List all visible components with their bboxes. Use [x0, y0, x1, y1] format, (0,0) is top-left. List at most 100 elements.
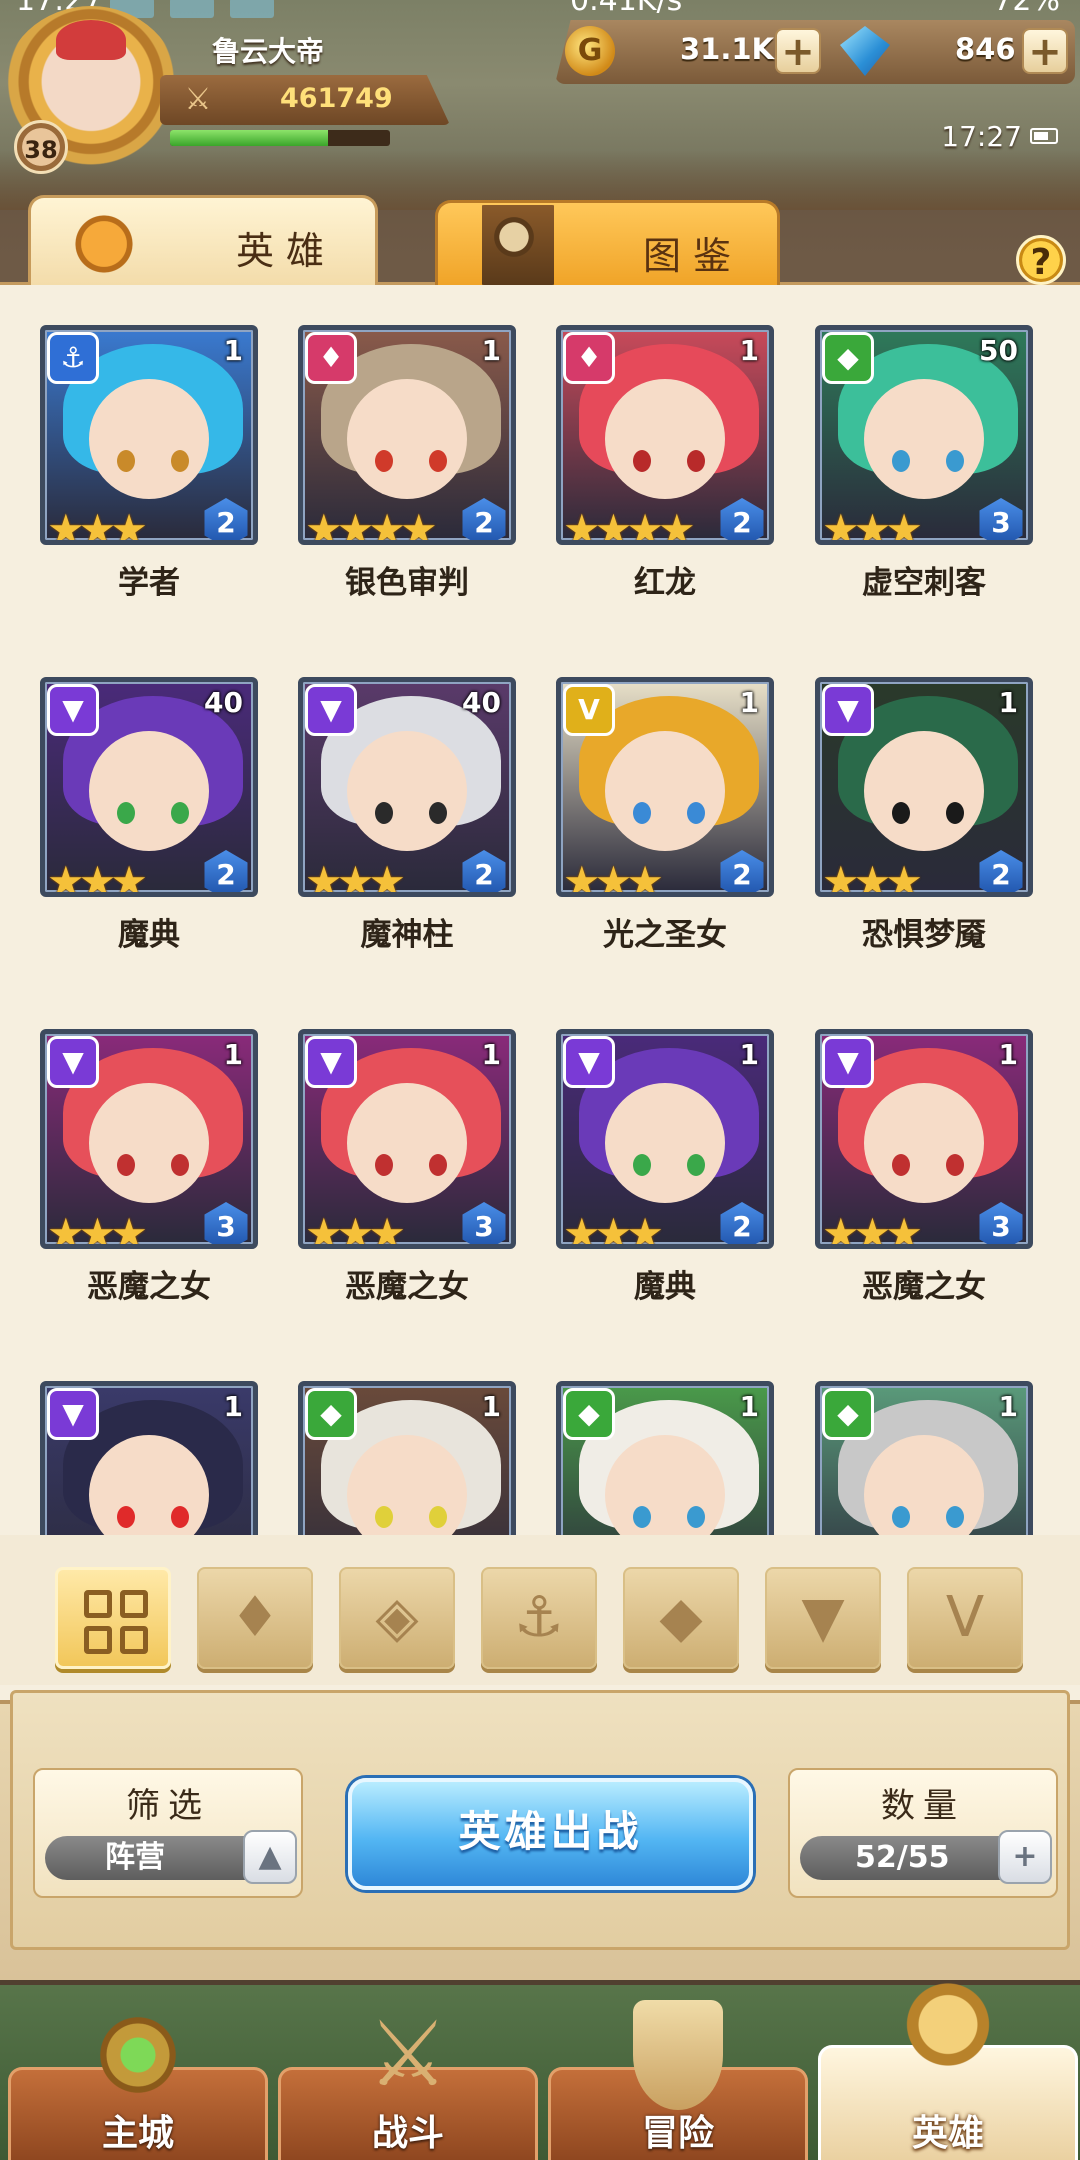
hero-stars: ★★★: [47, 505, 148, 545]
hero-name: 光之圣女: [603, 917, 727, 953]
hero-name: 魔神柱: [360, 917, 454, 953]
filter-flame-button[interactable]: ♦: [197, 1567, 313, 1669]
hero-grade-badge: 2: [462, 498, 506, 540]
helmet-icon: [56, 20, 126, 60]
demon-faction-icon: ▼: [801, 1585, 845, 1650]
hero-card[interactable]: ◆ 1: [815, 1381, 1033, 1535]
hero-name: 魔典: [118, 917, 180, 953]
filter-value: 阵营: [105, 1840, 165, 1875]
hero-eye: [171, 450, 189, 472]
hero-eye: [946, 802, 964, 824]
hero-name: 魔典: [634, 1269, 696, 1305]
hero-eye: [892, 450, 910, 472]
hero-portrait: ▼ 1 ★★★ 2: [556, 1029, 774, 1249]
nav-label: 英雄: [911, 2113, 984, 2154]
hero-portrait: ▼ 1 ★★★ 3: [815, 1029, 1033, 1249]
notification-icons: [110, 0, 274, 18]
demon-faction-icon: ▼: [822, 684, 874, 736]
hero-card[interactable]: ▼ 1: [40, 1381, 258, 1535]
tab-codex-label: 图鉴: [643, 234, 744, 278]
hero-card[interactable]: ⚓ 1 ★★★ 2 学者: [40, 325, 258, 625]
nav-hero[interactable]: 英雄: [818, 1953, 1078, 2160]
hero-card[interactable]: ▼ 1 ★★★ 2 恐惧梦魇: [815, 677, 1033, 977]
hero-level: 1: [739, 1038, 759, 1071]
combat-power-panel: ⚔ 461749: [160, 75, 450, 125]
hero-face: [89, 731, 209, 852]
hero-portrait: ⚓ 1 ★★★ 2: [40, 325, 258, 545]
nav-battle[interactable]: ⚔ 战斗: [278, 2002, 538, 2160]
hero-grade-badge: 3: [462, 1202, 506, 1244]
hero-card[interactable]: ▼ 40 ★★★ 2 魔神柱: [298, 677, 516, 977]
hero-card[interactable]: ▼ 1 ★★★ 3 恶魔之女: [298, 1029, 516, 1329]
hero-card[interactable]: ◆ 1: [298, 1381, 516, 1535]
hero-face: [89, 1083, 209, 1204]
hero-card[interactable]: ◆ 1: [556, 1381, 774, 1535]
hero-eye: [117, 1154, 135, 1176]
hero-card[interactable]: ▼ 1 ★★★ 3 恶魔之女: [40, 1029, 258, 1329]
flame-faction-icon: ♦: [229, 1585, 281, 1650]
hero-eye: [892, 802, 910, 824]
add-gold-button[interactable]: +: [775, 28, 821, 74]
hero-eye: [687, 802, 705, 824]
hero-eye: [375, 1154, 393, 1176]
add-gem-button[interactable]: +: [1022, 28, 1068, 74]
hero-grade-badge: 2: [720, 850, 764, 892]
hero-portrait: ◆ 1: [298, 1381, 516, 1535]
hero-eye: [117, 802, 135, 824]
filter-anchor-button[interactable]: ⚓: [481, 1567, 597, 1669]
hero-grade-badge: 3: [204, 1202, 248, 1244]
filter-toggle-button[interactable]: ▲: [243, 1830, 297, 1884]
anchor-faction-icon: ⚓: [513, 1585, 565, 1650]
hero-eye: [946, 1506, 964, 1528]
flame-faction-icon: ♦: [563, 332, 615, 384]
hero-card[interactable]: ♦ 1 ★★★★ 2 银色审判: [298, 325, 516, 625]
hero-grade-badge: 2: [204, 498, 248, 540]
expand-slots-button[interactable]: +: [998, 1830, 1052, 1884]
hero-eye: [687, 450, 705, 472]
scan-icon: [170, 0, 214, 18]
hero-eye: [375, 1506, 393, 1528]
hero-card[interactable]: ▼ 40 ★★★ 2 魔典: [40, 677, 258, 977]
hero-card[interactable]: ♦ 1 ★★★★ 2 红龙: [556, 325, 774, 625]
hero-eye: [429, 802, 447, 824]
city-icon: [83, 2000, 193, 2110]
beast-faction-icon: ◆: [659, 1585, 703, 1650]
player-level-badge: 38: [14, 120, 68, 174]
hero-level: 40: [204, 686, 243, 719]
hero-portrait: V 1 ★★★ 2: [556, 677, 774, 897]
hero-name: 恶魔之女: [87, 1269, 211, 1305]
tab-heroes[interactable]: 英雄: [28, 195, 378, 285]
nav-label: 战斗: [371, 2113, 444, 2154]
filter-all-button[interactable]: [55, 1567, 171, 1669]
hero-eye: [892, 1154, 910, 1176]
hero-level: 1: [223, 1390, 243, 1423]
tab-codex[interactable]: 图鉴: [435, 200, 780, 285]
magnifier-book-icon: [482, 205, 554, 285]
filter-selector[interactable]: 阵营 ▲: [45, 1830, 297, 1884]
help-button[interactable]: ?: [1016, 235, 1066, 285]
hero-portrait: ▼ 40 ★★★ 2: [298, 677, 516, 897]
hero-name: 恶魔之女: [862, 1269, 986, 1305]
nav-adventure[interactable]: 冒险: [548, 2000, 808, 2160]
filter-demon-button[interactable]: ▼: [765, 1567, 881, 1669]
gem-amount: 846: [955, 32, 1016, 66]
bottom-navigation: 主城 ⚔ 战斗 冒险 英雄: [0, 1953, 1080, 2160]
hero-name: 虚空刺客: [862, 565, 986, 601]
filter-beast-button[interactable]: ◆: [623, 1567, 739, 1669]
hero-eye: [633, 1506, 651, 1528]
filter-rune-button[interactable]: ◈: [339, 1567, 455, 1669]
hero-card[interactable]: V 1 ★★★ 2 光之圣女: [556, 677, 774, 977]
hero-face: [605, 731, 725, 852]
hero-eye: [633, 802, 651, 824]
hero-card[interactable]: ▼ 1 ★★★ 3 恶魔之女: [815, 1029, 1033, 1329]
hero-stars: ★★★: [563, 1209, 664, 1249]
deploy-heroes-button[interactable]: 英雄出战: [348, 1778, 753, 1890]
filter-light-button[interactable]: V: [907, 1567, 1023, 1669]
nav-city[interactable]: 主城: [8, 2000, 268, 2160]
hero-card[interactable]: ◆ 50 ★★★ 3 虚空刺客: [815, 325, 1033, 625]
player-name: 鲁云大帝: [212, 35, 325, 68]
hero-eye: [117, 1506, 135, 1528]
system-status-bar: 17:27 0.41K/s 72%: [0, 0, 1080, 22]
hero-card[interactable]: ▼ 1 ★★★ 2 魔典: [556, 1029, 774, 1329]
demon-faction-icon: ▼: [47, 684, 99, 736]
